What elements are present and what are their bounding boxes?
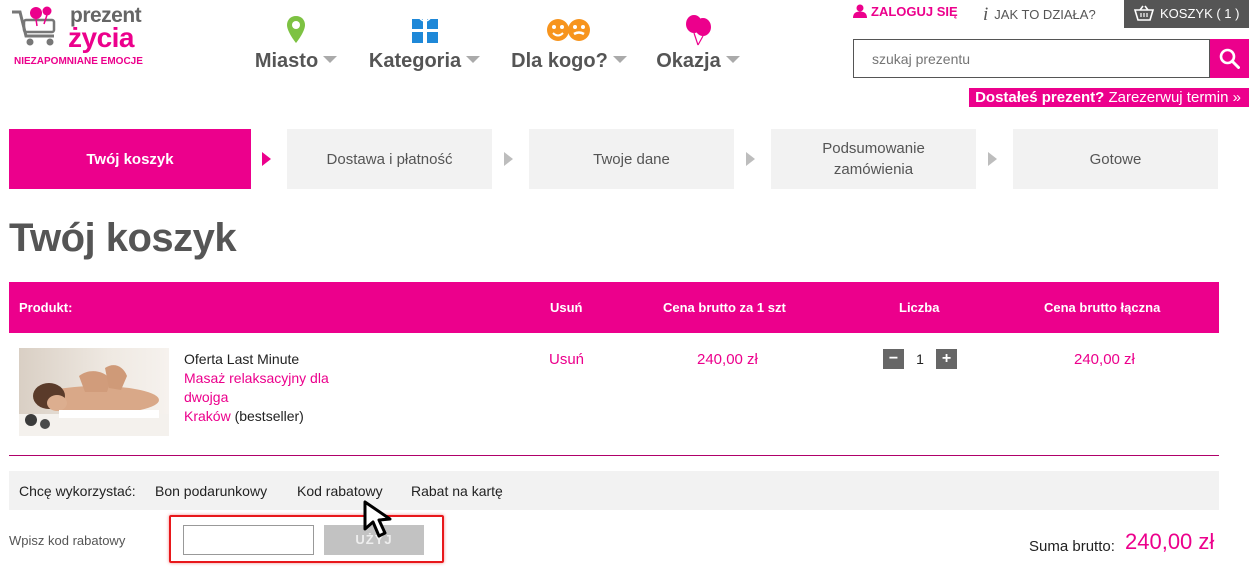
product-thumbnail[interactable] bbox=[19, 348, 169, 436]
logo[interactable]: prezent życia NIEZAPOMNIANE EMOCJE bbox=[10, 4, 160, 72]
step-cart: Twój koszyk bbox=[9, 129, 251, 189]
discount-options-bar: Chcę wykorzystać: Bon podarunkowy Kod ra… bbox=[9, 471, 1219, 510]
product-location: Kraków (bestseller) bbox=[184, 407, 304, 426]
option-card-discount[interactable]: Rabat na kartę bbox=[411, 483, 503, 499]
row-total-price: 240,00 zł bbox=[1074, 351, 1135, 368]
search-button[interactable] bbox=[1210, 39, 1249, 78]
product-city-link[interactable]: Kraków bbox=[184, 408, 231, 424]
how-it-works-label: JAK TO DZIAŁA? bbox=[994, 7, 1096, 22]
page-title: Twój koszyk bbox=[9, 216, 237, 260]
step-label: Gotowe bbox=[1089, 150, 1142, 168]
nav-item-dla-kogo[interactable]: Dla kogo? bbox=[510, 14, 628, 80]
chevron-down-icon bbox=[725, 56, 740, 63]
sum-value: 240,00 zł bbox=[1125, 529, 1215, 554]
product-description-link[interactable]: Masaż relaksacyjny dla dwojga bbox=[184, 369, 344, 407]
discount-code-label: Wpisz kod rabatowy bbox=[9, 533, 126, 548]
step-arrow-icon bbox=[746, 152, 755, 166]
step-delivery: Dostawa i płatność bbox=[287, 129, 492, 189]
unit-price: 240,00 zł bbox=[697, 351, 758, 368]
option-discount-code[interactable]: Kod rabatowy bbox=[297, 483, 383, 499]
quantity-value: 1 bbox=[916, 351, 924, 367]
cart-table-header: Produkt: Usuń Cena brutto za 1 szt Liczb… bbox=[9, 282, 1219, 333]
basket-icon bbox=[1133, 5, 1155, 21]
cart-label: KOSZYK ( 1 ) bbox=[1160, 6, 1240, 21]
login-link[interactable]: ZALOGUJ SIĘ bbox=[853, 4, 958, 19]
mouse-pointer-icon bbox=[363, 500, 392, 538]
map-pin-icon bbox=[287, 16, 305, 43]
nav-label-okazja: Okazja bbox=[656, 50, 721, 72]
nav-label-kategoria: Kategoria bbox=[368, 50, 462, 72]
brand-name-line2: życia bbox=[68, 22, 135, 53]
promo-bold-text: Dostałeś prezent? bbox=[975, 89, 1105, 106]
gift-box-icon bbox=[411, 16, 438, 43]
nav-label-miasto: Miasto bbox=[254, 50, 319, 72]
cart-logo-icon bbox=[12, 6, 56, 46]
info-icon: i bbox=[983, 4, 989, 25]
chevron-down-icon bbox=[323, 56, 338, 63]
login-label: ZALOGUJ SIĘ bbox=[871, 4, 958, 19]
massage-photo bbox=[19, 348, 169, 436]
step-arrow-icon bbox=[262, 152, 271, 166]
nav-item-miasto[interactable]: Miasto bbox=[252, 14, 340, 80]
bestseller-label: (bestseller) bbox=[230, 408, 304, 424]
remove-item-link[interactable]: Usuń bbox=[549, 351, 584, 368]
step-your-data: Twoje dane bbox=[529, 129, 734, 189]
reserve-date-banner[interactable]: Dostałeś prezent? Zarezerwuj termin » bbox=[969, 88, 1249, 107]
promo-link-text: Zarezerwuj termin » bbox=[1104, 89, 1241, 106]
step-summary: Podsumowanie zamówienia bbox=[771, 129, 976, 189]
step-label: Podsumowanie zamówienia bbox=[822, 140, 925, 178]
table-row: Oferta Last Minute Masaż relaksacyjny dl… bbox=[9, 333, 1219, 456]
col-header-quantity: Liczba bbox=[899, 300, 940, 315]
sum-label: Suma brutto: bbox=[1029, 538, 1115, 555]
col-header-product: Produkt: bbox=[19, 300, 73, 315]
discount-code-input[interactable] bbox=[183, 525, 314, 555]
col-header-unit-price: Cena brutto za 1 szt bbox=[663, 300, 786, 315]
increase-quantity-button[interactable]: + bbox=[936, 349, 957, 369]
step-label: Twój koszyk bbox=[86, 150, 174, 168]
balloons-icon bbox=[686, 15, 711, 46]
step-arrow-icon bbox=[988, 152, 997, 166]
search-input[interactable] bbox=[853, 39, 1210, 78]
option-gift-voucher[interactable]: Bon podarunkowy bbox=[155, 483, 267, 499]
faces-icon bbox=[547, 19, 590, 41]
decrease-quantity-button[interactable]: − bbox=[883, 349, 904, 369]
chevron-down-icon bbox=[612, 56, 627, 63]
step-arrow-icon bbox=[504, 152, 513, 166]
user-icon bbox=[853, 4, 867, 18]
nav-item-okazja[interactable]: Okazja bbox=[655, 14, 741, 80]
step-label: Dostawa i płatność bbox=[326, 150, 453, 168]
discount-prompt: Chcę wykorzystać: bbox=[19, 483, 136, 499]
product-name: Oferta Last Minute bbox=[184, 351, 300, 367]
step-label: Twoje dane bbox=[593, 150, 670, 168]
cart-button[interactable]: KOSZYK ( 1 ) bbox=[1124, 0, 1249, 28]
col-header-total: Cena brutto łączna bbox=[1044, 300, 1161, 315]
step-done: Gotowe bbox=[1013, 129, 1218, 189]
nav-label-dla-kogo: Dla kogo? bbox=[511, 50, 608, 72]
nav-item-kategoria[interactable]: Kategoria bbox=[367, 14, 482, 80]
chevron-down-icon bbox=[466, 56, 481, 63]
how-it-works-link[interactable]: i JAK TO DZIAŁA? bbox=[983, 4, 1096, 26]
col-header-remove: Usuń bbox=[550, 300, 583, 315]
search-icon bbox=[1219, 48, 1240, 69]
brand-tagline: NIEZAPOMNIANE EMOCJE bbox=[14, 56, 143, 67]
